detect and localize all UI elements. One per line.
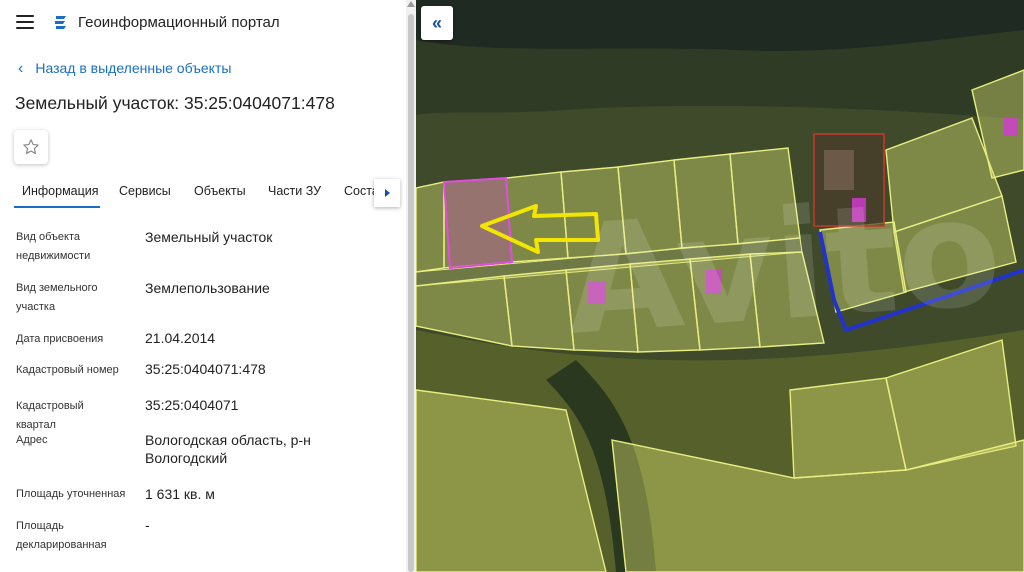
parcel[interactable] [673,153,739,249]
parcel[interactable] [617,159,683,255]
building [824,150,854,190]
selected-parcel[interactable] [442,176,514,270]
tab-services[interactable]: Сервисы [119,184,171,198]
tabs-scroll-right-button[interactable] [374,179,400,207]
triangle-right-icon [384,189,390,197]
active-tab-indicator [14,206,100,208]
tab-bar: Информация Сервисы Объекты Части ЗУ Сост… [0,176,400,208]
property-value: - [145,517,150,533]
property-label: Кадастровый квартал [16,400,84,431]
scroll-up-arrow-icon[interactable] [407,1,415,7]
parcel[interactable] [565,263,639,353]
parcel[interactable] [503,269,575,351]
marker [852,198,866,222]
panel-scrollbar[interactable] [406,0,416,572]
property-label: Вид земельного участка [16,282,98,313]
property-value: 35:25:0404071:478 [145,361,266,377]
property-label: Дата присвоения [16,333,104,345]
property-label: Площадь декларированная [16,520,107,551]
property-label: Вид объекта недвижимости [16,231,91,262]
page-title: Земельный участок: 35:25:0404071:478 [15,93,335,113]
satellite-map[interactable]: Avito [416,0,1024,572]
app-title: Геоинформационный портал [78,14,280,31]
info-panel: Геоинформационный портал ‹ Назад в выделе… [0,0,408,572]
marker [706,270,722,294]
property-label: Кадастровый номер [16,364,119,376]
marker [588,282,606,304]
hamburger-menu-icon[interactable] [16,15,34,31]
parcel[interactable] [729,147,801,245]
back-link-label: Назад в выделенные объекты [35,60,232,76]
portal-logo-icon [52,14,70,32]
top-bar: Геоинформационный портал [0,0,408,48]
tab-information[interactable]: Информация [22,184,99,198]
favorite-button[interactable] [14,130,48,164]
parcel[interactable] [416,181,445,273]
property-value: 35:25:0404071 [145,397,239,413]
parcel[interactable] [629,258,701,353]
star-outline-icon [23,139,39,155]
property-value: 1 631 кв. м [145,486,215,502]
double-chevron-left-icon: « [431,12,442,33]
back-to-selected-link[interactable]: ‹ Назад в выделенные объекты [18,60,231,78]
scrollbar-thumb[interactable] [408,14,414,572]
property-value: Земельный участок [145,229,273,245]
property-label: Адрес [16,434,48,446]
property-value: Землепользование [145,280,270,296]
property-value: Вологодская область, р-н Вологодский [145,432,311,466]
chevron-left-icon: ‹ [18,60,24,77]
tab-objects[interactable]: Объекты [194,184,246,198]
parcel[interactable] [689,253,761,351]
marker [1004,118,1018,136]
collapse-panel-button[interactable]: « [421,6,453,40]
property-label: Площадь уточненная [16,488,126,500]
tab-parcel-parts[interactable]: Части ЗУ [268,184,321,198]
property-value: 21.04.2014 [145,330,216,346]
map-canvas[interactable] [416,0,1024,572]
